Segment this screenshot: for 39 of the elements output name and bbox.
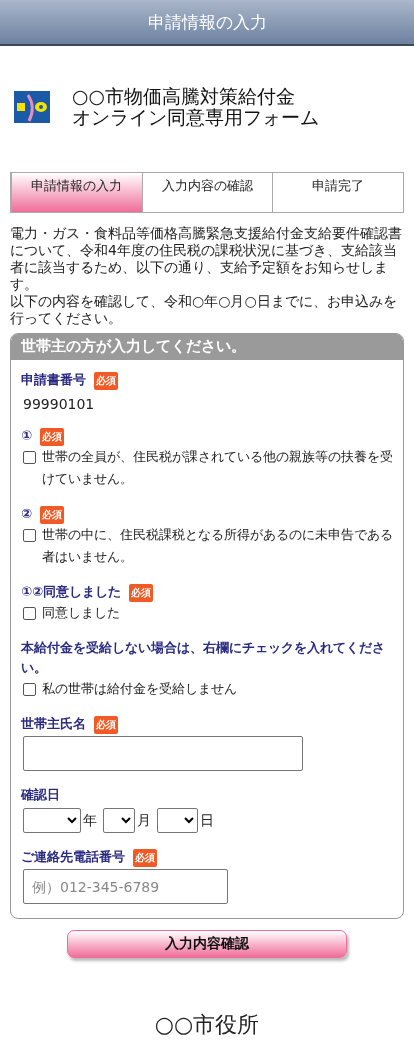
field-label: 本給付金を受給しない場合は、右欄にチェックを入れてください。: [21, 640, 385, 675]
city-hall-name: ○○市役所: [154, 1012, 260, 1037]
field-label: ご連絡先電話番号: [21, 849, 125, 864]
form-title: オンライン同意専用フォーム: [72, 107, 319, 128]
logo-icon: [14, 91, 50, 123]
intro-text: 以下の内容を確認して、令和○年○月○日までに、お申込みを行ってください。: [10, 293, 398, 327]
required-badge: 必須: [133, 848, 157, 867]
field-label: ②: [21, 506, 32, 521]
required-badge: 必須: [94, 371, 118, 390]
checkbox[interactable]: [23, 451, 36, 464]
required-badge: 必須: [40, 427, 64, 446]
checkbox-label[interactable]: 世帯の中に、住民税課税となる所得があるのに未申告である者はいません。: [42, 524, 393, 568]
checkbox-label[interactable]: 私の世帯は給付金を受給しません: [42, 678, 237, 700]
date-select[interactable]: [157, 808, 198, 833]
date-unit: 月: [137, 811, 151, 830]
checkbox[interactable]: [23, 683, 36, 696]
confirm-button[interactable]: 入力内容確認: [67, 930, 347, 958]
checkbox[interactable]: [23, 607, 36, 620]
checkbox-label[interactable]: 世帯の全員が、住民税が課されている他の親族等の扶養を受けていません。: [42, 446, 393, 490]
form-title: ○○市物価高騰対策給付金: [72, 86, 297, 107]
intro-text: 電力・ガス・食料品等価格高騰緊急支援給付金支給要件確認書について、令和4年度の住民税の課税状況に基づき、支給該当者に該当するため、以下の通り、支給予定額をお知らせします。: [10, 225, 403, 293]
section-header: 世帯主の方が入力してください。: [11, 334, 403, 360]
checkbox[interactable]: [23, 529, 36, 542]
field-label: 世帯主氏名: [21, 716, 86, 731]
name-input-field[interactable]: [23, 736, 303, 771]
required-badge: 必須: [94, 715, 118, 734]
required-badge: 必須: [129, 583, 153, 602]
field-label: 申請書番号: [21, 372, 86, 387]
page-title: 申請情報の入力: [147, 10, 267, 34]
phone-input-field[interactable]: 例）012-345-6789: [23, 869, 228, 904]
checkbox-label[interactable]: 同意しました: [42, 602, 120, 624]
field-label: 確認日: [21, 787, 60, 802]
field-label: ①: [21, 428, 32, 443]
field-label: ①②同意しました: [21, 584, 121, 599]
date-unit: 日: [200, 811, 214, 830]
date-select[interactable]: [103, 808, 135, 833]
application-number: 99990101: [22, 396, 96, 412]
required-badge: 必須: [40, 505, 64, 524]
date-unit: 年: [83, 811, 97, 830]
